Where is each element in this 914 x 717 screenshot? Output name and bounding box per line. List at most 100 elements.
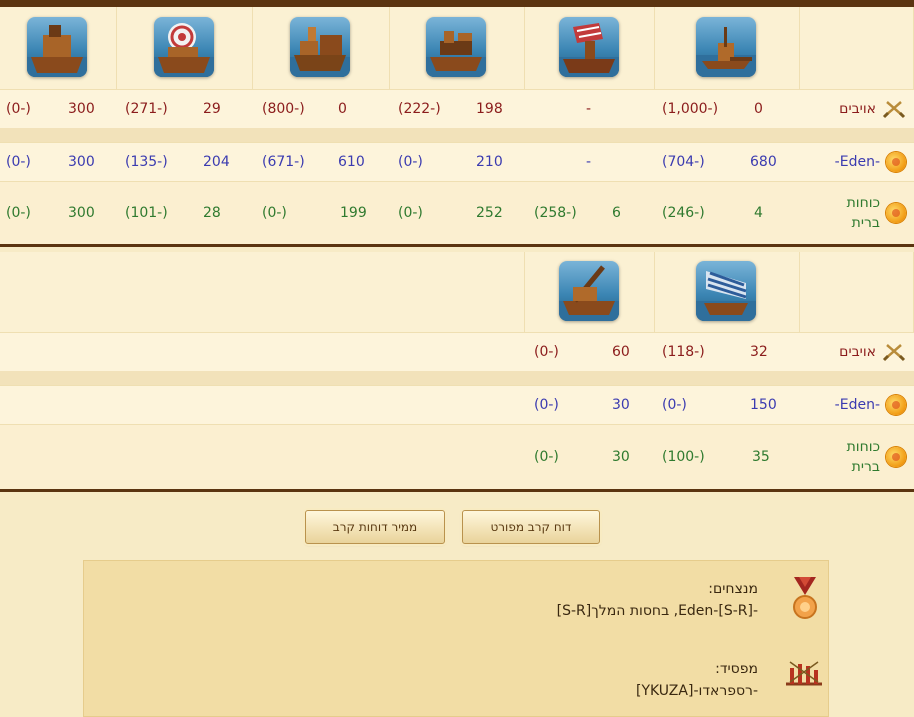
unit-image-row	[0, 252, 914, 332]
row-allies: כוחות ברית 35 (100-) 30 (0-)	[0, 424, 914, 489]
medal-icon	[793, 577, 817, 619]
value: 252	[476, 205, 503, 221]
unit-image-row	[0, 7, 914, 89]
alliance-badge-icon	[886, 152, 906, 172]
loss: (0-)	[6, 101, 31, 117]
value: 60	[612, 344, 630, 360]
ship-flamethrower-icon[interactable]	[290, 17, 350, 77]
loss: (0-)	[398, 154, 423, 170]
value: 28	[203, 205, 221, 221]
value: 0	[754, 101, 763, 117]
row-label-eden: -Eden-	[835, 386, 906, 424]
ship-steam-ram-icon[interactable]	[558, 261, 619, 321]
loss: (0-)	[398, 205, 423, 221]
winners-value: -[S-R]-Eden, בחסות המלך[S-R]	[556, 603, 758, 619]
allies-label: כוחות ברית	[846, 439, 880, 475]
ship-ballista-icon[interactable]	[426, 17, 486, 77]
detailed-report-button[interactable]: דוח קרב מפורט	[462, 510, 600, 544]
unit-cell	[655, 252, 800, 332]
unit-cell	[525, 252, 655, 332]
row-eden: -Eden- 150 (0-) 30 (0-)	[0, 385, 914, 424]
loss: (135-)	[125, 154, 168, 170]
unit-cell	[0, 7, 117, 89]
value: 150	[750, 397, 777, 413]
loss: (271-)	[125, 101, 168, 117]
loss: (100-)	[662, 449, 705, 465]
alliance-badge-icon	[886, 395, 906, 415]
loss: (118-)	[662, 344, 705, 360]
row-label-allies: כוחות ברית	[836, 182, 906, 244]
row-spacer	[0, 371, 914, 385]
loss: (0-)	[662, 397, 687, 413]
unit-cell	[655, 7, 800, 89]
enemies-label: אויבים	[839, 101, 876, 117]
loser-label: מפסיד:	[715, 661, 758, 677]
row-enemies: אויבים 0 (1,000-) - 198 (222-) 0 (800-) …	[0, 89, 914, 128]
crossed-swords-icon	[882, 344, 906, 362]
row-allies: כוחות ברית 4 (246-) 6 (258-) 252 (0-) 19…	[0, 181, 914, 244]
value: 300	[68, 205, 95, 221]
report-archive-button[interactable]: ממיר דוחות קרב	[305, 510, 445, 544]
value: 204	[203, 154, 230, 170]
unit-cell	[390, 7, 525, 89]
value: 6	[612, 205, 621, 221]
row-label-enemies: אויבים	[839, 90, 906, 128]
empty-cell	[0, 252, 525, 332]
loss: (0-)	[534, 397, 559, 413]
unit-cell	[253, 7, 390, 89]
label-column-header	[800, 7, 914, 89]
ship-mortar-icon[interactable]	[27, 17, 87, 77]
loss: (0-)	[534, 344, 559, 360]
alliance-badge-icon	[886, 203, 906, 223]
row-label-allies: כוחות ברית	[836, 425, 906, 489]
winners-label: מנצחים:	[708, 581, 758, 597]
alliance-badge-icon	[886, 447, 906, 467]
loser-value: -רספראדו-[YKUZA]	[635, 683, 758, 699]
row-eden: -Eden- 680 (704-) - 210 (0-) 610 (671-) …	[0, 142, 914, 181]
table-divider	[0, 489, 914, 492]
loss: (671-)	[262, 154, 305, 170]
value: 300	[68, 154, 95, 170]
value: 35	[752, 449, 770, 465]
loss: (101-)	[125, 205, 168, 221]
crossed-swords-icon	[882, 101, 906, 119]
ship-paddle-wheel-icon[interactable]	[153, 17, 214, 77]
value: -	[586, 154, 592, 170]
loss: (246-)	[662, 205, 705, 221]
ship-sail-icon[interactable]	[696, 261, 756, 321]
row-label-eden: -Eden-	[835, 143, 906, 181]
value: -	[586, 101, 592, 117]
value: 210	[476, 154, 503, 170]
value: 4	[754, 205, 763, 221]
battle-summary: מנצחים: -[S-R]-Eden, בחסות המלך[S-R] מפס…	[83, 560, 829, 717]
table-divider	[0, 244, 914, 247]
loss: (704-)	[662, 154, 705, 170]
unit-cell	[117, 7, 253, 89]
value: 29	[203, 101, 221, 117]
unit-cell	[525, 7, 655, 89]
value: 30	[612, 397, 630, 413]
value: 32	[750, 344, 768, 360]
row-label-enemies: אויבים	[839, 333, 906, 371]
eden-label: -Eden-	[834, 397, 880, 413]
value: 0	[338, 101, 347, 117]
value: 199	[340, 205, 367, 221]
enemies-label: אויבים	[839, 344, 876, 360]
combat-table-2: אויבים 32 (118-) 60 (0-) -Eden- 150 (0-)…	[0, 252, 914, 492]
loss: (0-)	[6, 154, 31, 170]
value: 610	[338, 154, 365, 170]
loss: (0-)	[262, 205, 287, 221]
value: 198	[476, 101, 503, 117]
eden-label: -Eden-	[834, 154, 880, 170]
loss: (0-)	[6, 205, 31, 221]
row-enemies: אויבים 32 (118-) 60 (0-)	[0, 332, 914, 371]
ship-ram-icon[interactable]	[696, 17, 756, 77]
ship-catapult-icon[interactable]	[558, 17, 619, 77]
allies-label: כוחות ברית	[846, 195, 880, 231]
loss: (0-)	[534, 449, 559, 465]
value: 680	[750, 154, 777, 170]
loss: (1,000-)	[662, 101, 719, 117]
row-spacer	[0, 128, 914, 142]
value: 300	[68, 101, 95, 117]
top-border	[0, 0, 914, 7]
